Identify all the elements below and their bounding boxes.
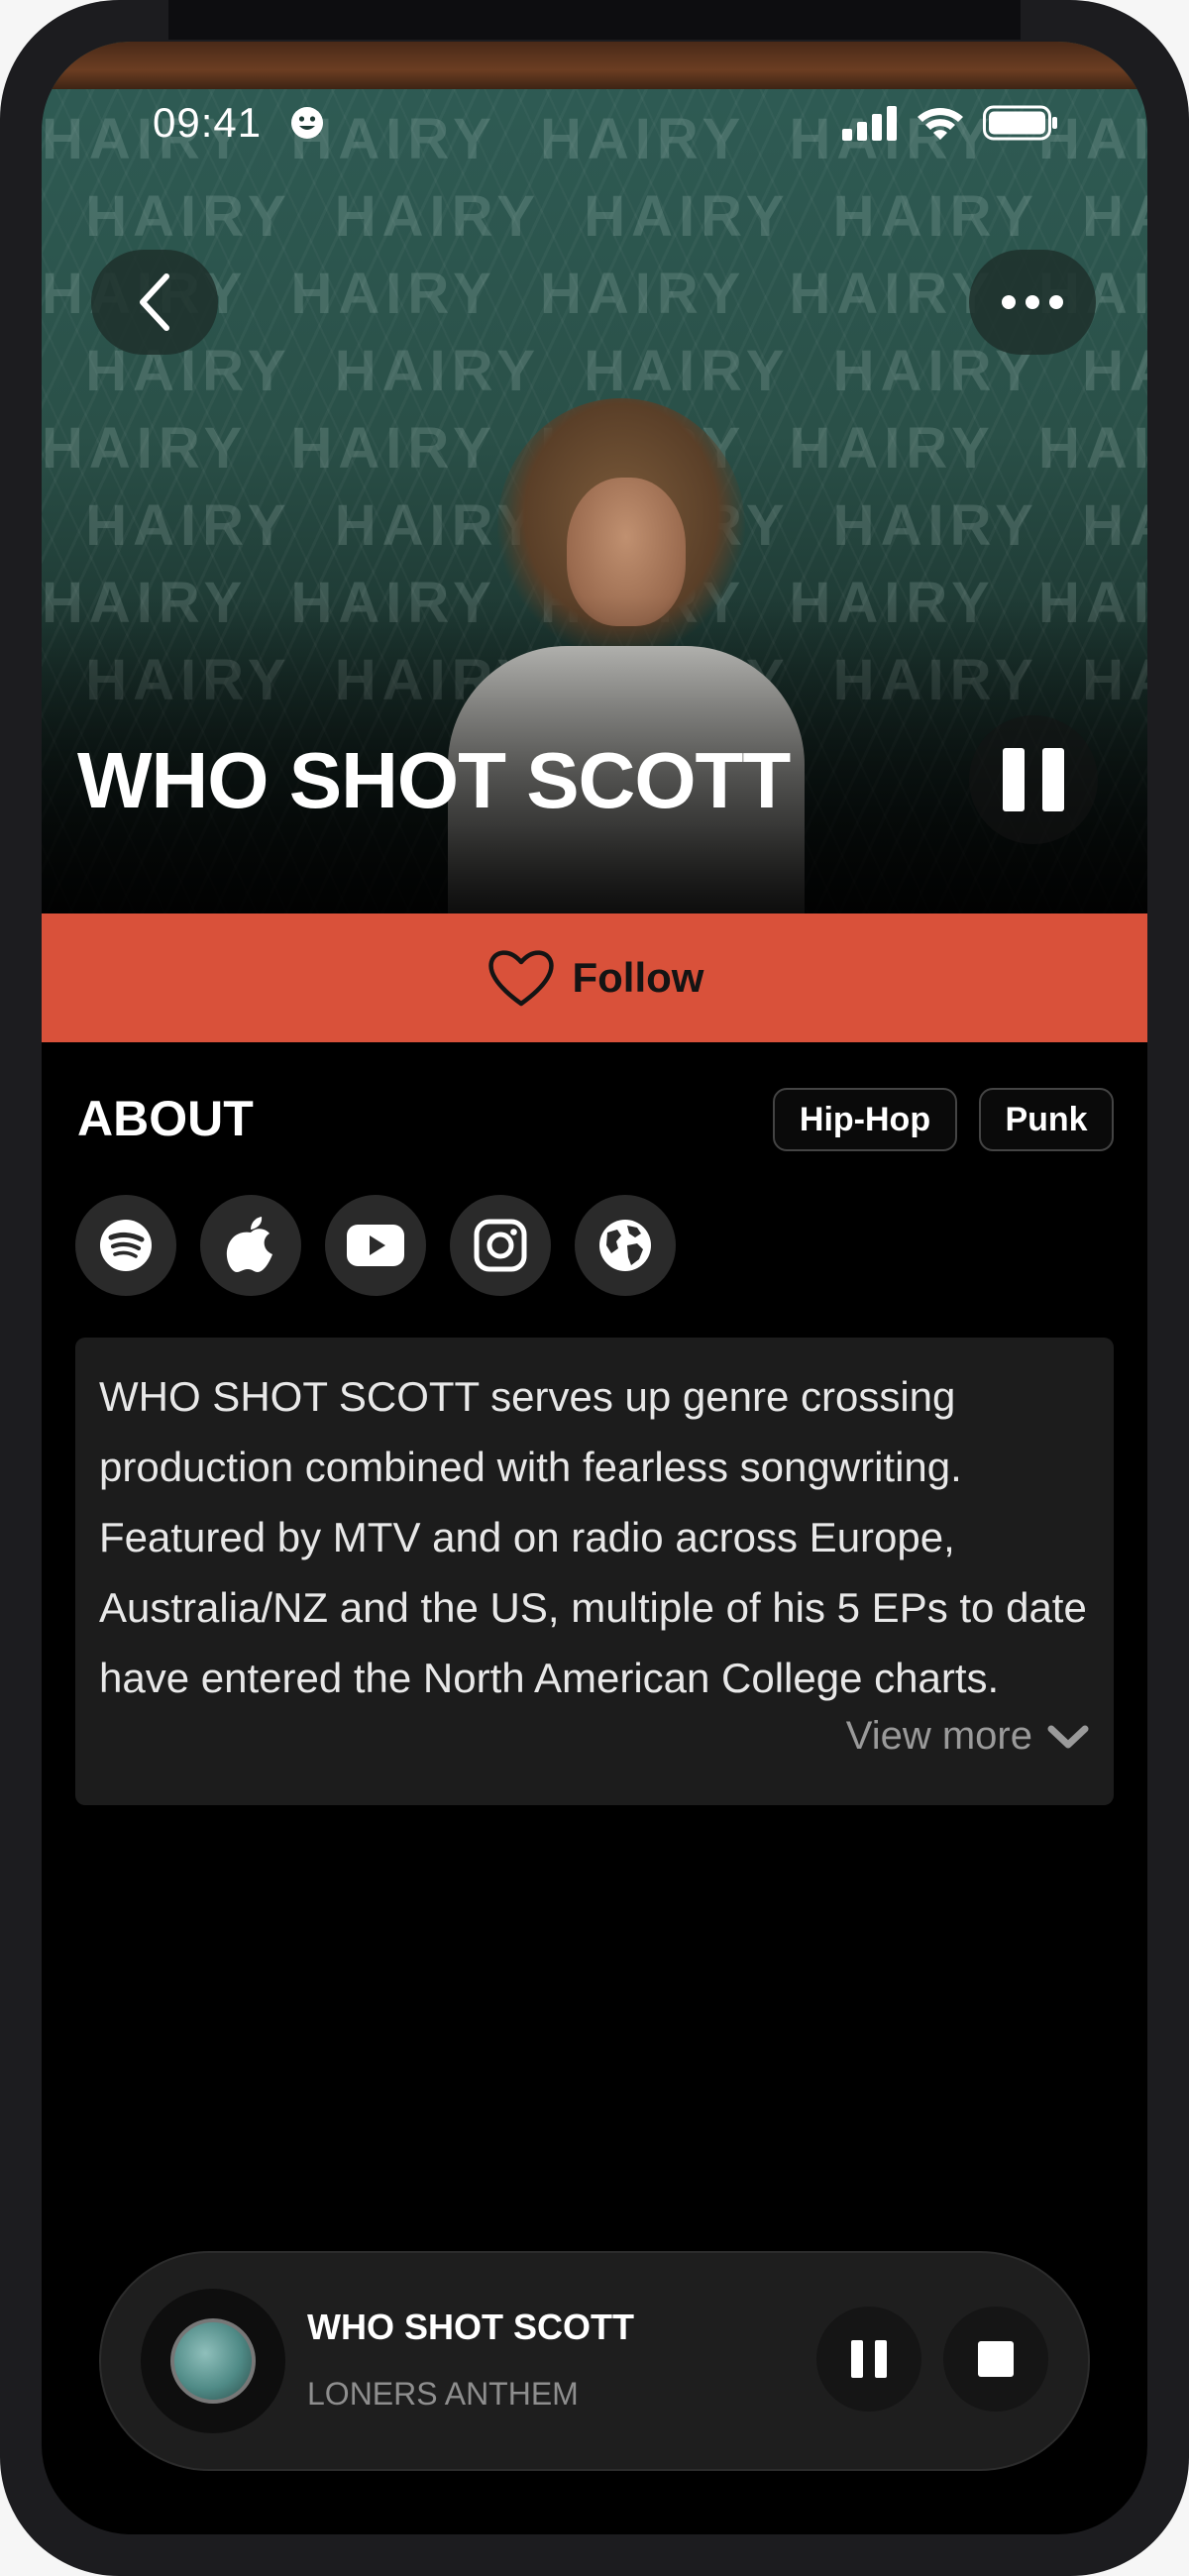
pause-icon (1003, 748, 1025, 811)
player-artist: WHO SHOT SCOTT (307, 2307, 634, 2347)
globe-icon (599, 1220, 651, 1271)
wifi-icon (918, 108, 963, 140)
follow-button[interactable]: Follow (42, 913, 1147, 1042)
genre-tag-hip-hop[interactable]: Hip-Hop (773, 1088, 957, 1151)
spotify-icon (100, 1220, 152, 1271)
spotify-link[interactable] (75, 1195, 176, 1296)
bio-card: WHO SHOT SCOTT serves up genre crossing … (75, 1338, 1114, 1805)
about-heading: ABOUT (77, 1091, 254, 1146)
genre-tag-punk[interactable]: Punk (979, 1088, 1114, 1151)
instagram-link[interactable] (450, 1195, 551, 1296)
view-more-label: View more (845, 1714, 1032, 1758)
chevron-down-icon (1047, 1725, 1089, 1748)
smiley-icon (291, 107, 323, 139)
follow-label: Follow (572, 954, 704, 1001)
mini-player[interactable]: WHO SHOT SCOTT LONERS ANTHEM (99, 2251, 1090, 2471)
stop-icon (978, 2341, 1014, 2377)
hero-wood-frame (42, 42, 1147, 89)
pause-icon (851, 2340, 863, 2378)
youtube-link[interactable] (325, 1195, 426, 1296)
view-more-button[interactable]: View more (846, 1714, 1090, 1759)
youtube-icon (347, 1225, 404, 1266)
phone-frame: HAIRY HAIRY HAIRY HAIRY HAIRY HAIRY HAIR… (0, 0, 1189, 2576)
album-art (170, 2318, 256, 2404)
player-stop-button[interactable] (943, 2307, 1048, 2412)
website-link[interactable] (575, 1195, 676, 1296)
chevron-left-icon (140, 273, 169, 331)
status-time: 09:41 (153, 99, 263, 146)
cellular-signal-icon (842, 106, 897, 141)
phone-top-edge (168, 0, 1021, 40)
more-options-button[interactable] (969, 250, 1096, 355)
hero-pause-button[interactable] (969, 715, 1098, 844)
instagram-icon (474, 1219, 527, 1272)
back-button[interactable] (91, 250, 218, 355)
bio-text: WHO SHOT SCOTT serves up genre crossing … (99, 1373, 1087, 1701)
player-track: LONERS ANTHEM (307, 2376, 579, 2412)
pause-icon-bar (1042, 748, 1064, 811)
pause-icon-bar (875, 2340, 887, 2378)
screen: HAIRY HAIRY HAIRY HAIRY HAIRY HAIRY HAIR… (42, 42, 1147, 2534)
album-art-disc (141, 2289, 285, 2433)
apple-icon (226, 1217, 272, 1272)
battery-icon (983, 105, 1057, 141)
ellipsis-icon (1002, 295, 1063, 309)
status-icons (842, 105, 1058, 141)
heart-icon (487, 950, 554, 1007)
player-pause-button[interactable] (816, 2307, 921, 2412)
apple-music-link[interactable] (200, 1195, 301, 1296)
artist-name: WHO SHOT SCOTT (77, 736, 791, 824)
